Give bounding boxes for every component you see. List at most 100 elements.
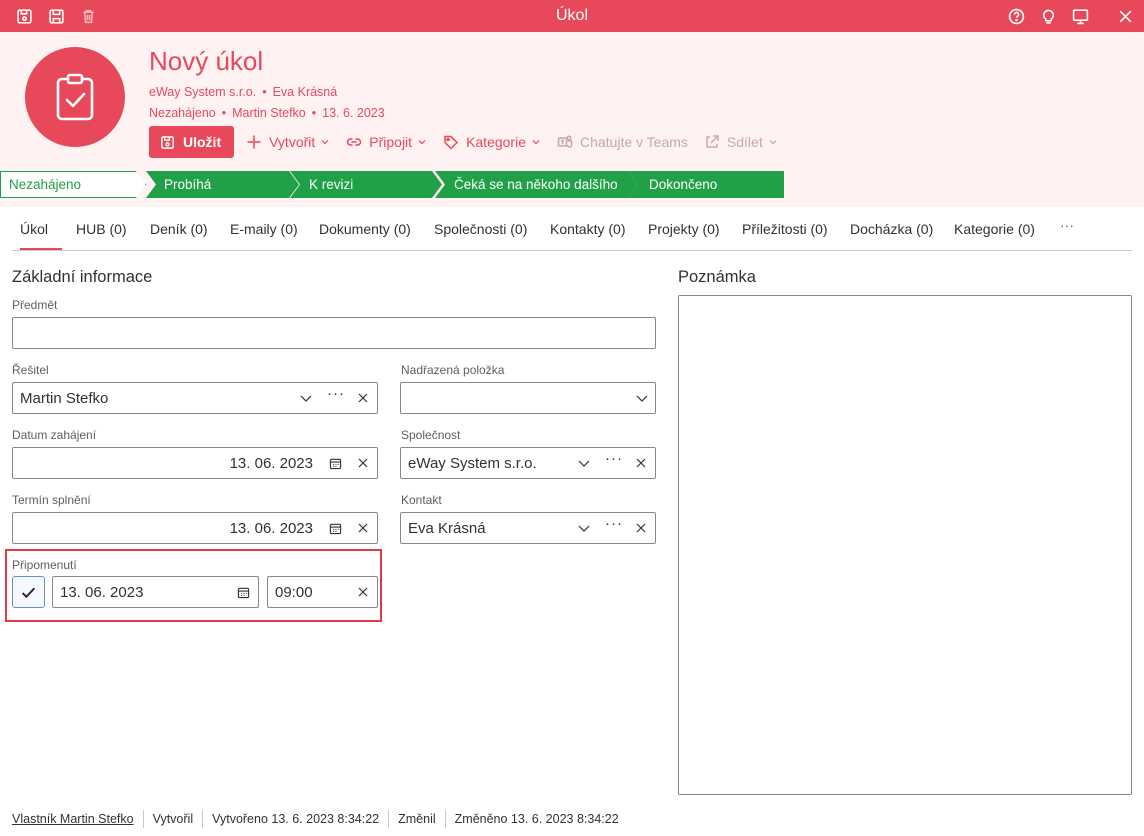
contact-lookup[interactable]: Eva Krásná ···	[400, 512, 656, 544]
more-icon[interactable]: ···	[605, 515, 623, 532]
chevron-down-icon[interactable]	[577, 456, 591, 470]
tab-contacts[interactable]: Kontakty (0)	[550, 221, 625, 237]
attach-label: Připojit	[369, 134, 413, 150]
section-note: Poznámka	[678, 268, 756, 286]
teams-chat-button: Chatujte v Teams	[557, 134, 688, 150]
clear-icon[interactable]	[356, 456, 370, 470]
attach-button[interactable]: Připojit	[346, 134, 427, 150]
share-icon	[706, 135, 719, 148]
link-icon	[347, 138, 362, 146]
reminder-time-input[interactable]: 09:00	[267, 576, 378, 608]
chevron-down-icon	[769, 140, 777, 145]
category-button[interactable]: Kategorie	[443, 134, 541, 150]
due-date-label: Termín splnění	[12, 493, 91, 507]
share-label: Sdílet	[726, 134, 763, 150]
solver-label: Řešitel	[12, 363, 49, 377]
checkmark-icon	[21, 587, 36, 598]
save-button-label: Uložit	[183, 134, 222, 150]
clear-icon[interactable]	[356, 585, 370, 599]
more-icon[interactable]: ···	[327, 385, 345, 402]
window-title: Úkol	[555, 7, 588, 24]
stage-completed[interactable]: Dokončeno	[628, 171, 784, 198]
reminder-time-value: 09:00	[275, 584, 313, 601]
command-bar: Uložit Vytvořit Připojit Kategorie Chatu…	[149, 126, 778, 158]
close-icon[interactable]	[1116, 7, 1134, 25]
created-at: Vytvořeno 13. 6. 2023 8:34:22	[212, 812, 380, 826]
contact-value: Eva Krásná	[408, 520, 486, 537]
calendar-icon[interactable]	[329, 522, 342, 535]
tab-more[interactable]: ···	[1060, 217, 1074, 233]
stage-bar: Nezahájeno Probíhá K revizi Čeká se na n…	[0, 171, 786, 198]
calendar-icon[interactable]	[237, 586, 250, 599]
tab-companies[interactable]: Společnosti (0)	[434, 221, 527, 237]
tab-emails[interactable]: E-maily (0)	[230, 221, 298, 237]
chevron-down-icon	[418, 140, 426, 145]
tab-documents[interactable]: Dokumenty (0)	[319, 221, 411, 237]
lightbulb-icon[interactable]	[1039, 7, 1057, 25]
reminder-checkbox[interactable]	[12, 576, 45, 608]
clear-icon[interactable]	[634, 521, 648, 535]
record-contact[interactable]: Eva Krásná	[273, 85, 338, 99]
clear-icon[interactable]	[356, 521, 370, 535]
tag-icon	[444, 135, 459, 150]
tab-hub[interactable]: HUB (0)	[76, 221, 127, 237]
tab-attendance[interactable]: Docházka (0)	[850, 221, 933, 237]
company-label: Společnost	[401, 428, 461, 442]
note-textarea[interactable]	[678, 295, 1132, 795]
help-icon[interactable]	[1007, 7, 1025, 25]
tab-categories[interactable]: Kategorie (0)	[954, 221, 1035, 237]
record-date: 13. 6. 2023	[322, 106, 385, 120]
category-label: Kategorie	[466, 134, 526, 150]
start-date-input[interactable]: 13. 06. 2023	[12, 447, 378, 479]
record-owner[interactable]: Martin Stefko	[232, 106, 306, 120]
record-title: Nový úkol	[149, 46, 264, 76]
save-button[interactable]: Uložit	[149, 126, 235, 158]
start-date-label: Datum zahájení	[12, 428, 97, 442]
tab-task[interactable]: Úkol	[20, 221, 48, 237]
teams-label: Chatujte v Teams	[580, 134, 688, 150]
footer-divider	[444, 810, 446, 828]
teams-icon	[557, 135, 573, 148]
save-icon	[161, 135, 174, 149]
footer-divider	[388, 810, 390, 828]
company-lookup[interactable]: eWay System s.r.o. ···	[400, 447, 656, 479]
parent-select[interactable]	[400, 382, 656, 414]
calendar-icon[interactable]	[329, 457, 342, 470]
subject-input[interactable]	[12, 317, 656, 349]
clipboard-check-icon	[56, 73, 94, 121]
chevron-down-icon[interactable]	[577, 521, 591, 535]
clear-icon[interactable]	[356, 391, 370, 405]
solver-value: Martin Stefko	[20, 390, 109, 407]
tab-opportunities[interactable]: Příležitosti (0)	[742, 221, 828, 237]
tab-bar: Úkol HUB (0) Deník (0) E-maily (0) Dokum…	[12, 213, 1132, 251]
clear-icon[interactable]	[634, 456, 648, 470]
record-company[interactable]: eWay System s.r.o.	[149, 85, 256, 99]
plus-icon	[247, 135, 261, 149]
tab-projects[interactable]: Projekty (0)	[648, 221, 720, 237]
task-avatar	[25, 47, 125, 147]
create-button[interactable]: Vytvořit	[246, 134, 330, 150]
chevron-down-icon[interactable]	[299, 391, 313, 405]
due-date-value: 13. 06. 2023	[229, 520, 313, 537]
company-value: eWay System s.r.o.	[408, 455, 537, 472]
footer-divider	[142, 810, 144, 828]
stage-review[interactable]: K revizi	[290, 171, 442, 198]
stage-not-started[interactable]: Nezahájeno	[0, 171, 146, 198]
reminder-date-value: 13. 06. 2023	[60, 584, 144, 601]
stage-waiting[interactable]: Čeká se na někoho dalšího	[435, 171, 638, 198]
tab-journal[interactable]: Deník (0)	[150, 221, 208, 237]
share-button: Sdílet	[704, 134, 778, 150]
due-date-input[interactable]: 13. 06. 2023	[12, 512, 378, 544]
solver-lookup[interactable]: Martin Stefko ···	[12, 382, 378, 414]
chevron-down-icon	[532, 140, 540, 145]
stage-in-progress[interactable]: Probíhá	[146, 171, 299, 198]
reminder-date-input[interactable]: 13. 06. 2023	[52, 576, 259, 608]
title-bar: Úkol	[0, 0, 1144, 32]
more-icon[interactable]: ···	[605, 450, 623, 467]
changed-by: Změnil	[398, 812, 436, 826]
owner-link[interactable]: Vlastník Martin Stefko	[12, 812, 134, 826]
monitor-icon[interactable]	[1071, 7, 1089, 25]
chevron-down-icon	[321, 140, 329, 145]
chevron-down-icon[interactable]	[635, 391, 649, 405]
record-meta-line-1: eWay System s.r.o. • Eva Krásná	[149, 85, 338, 99]
